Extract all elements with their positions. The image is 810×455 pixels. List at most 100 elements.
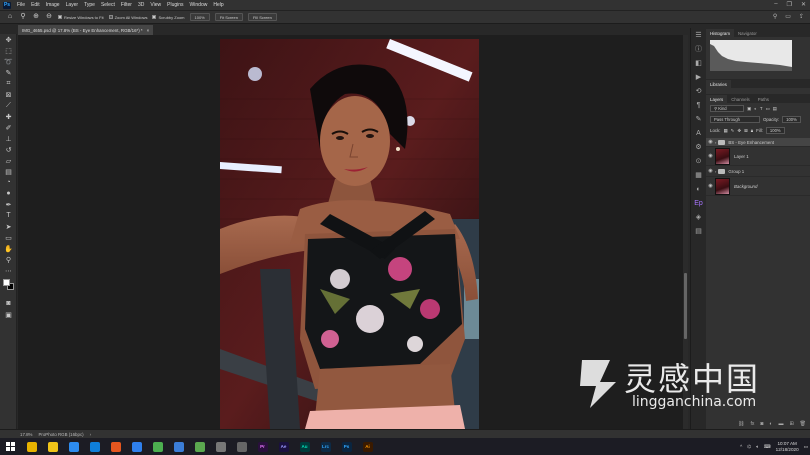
visibility-eye-icon[interactable]: ◉: [706, 139, 715, 145]
taskbar-app-icon[interactable]: [87, 439, 102, 454]
visibility-eye-icon[interactable]: ◉: [706, 168, 715, 174]
3d-panel-icon[interactable]: ◈: [691, 210, 706, 224]
styles-panel-icon[interactable]: ⚙: [691, 140, 706, 154]
tab-channels[interactable]: Channels: [727, 95, 754, 103]
share-icon[interactable]: ⇪: [799, 13, 804, 20]
expand-arrow-icon[interactable]: ›: [715, 169, 716, 174]
frame-tool-icon[interactable]: ⊠: [0, 89, 17, 100]
fit-screen-button[interactable]: Fit Screen: [214, 13, 243, 21]
document-image[interactable]: [220, 39, 479, 429]
lock-artboard-icon[interactable]: ⊠: [744, 128, 748, 134]
taskbar-app-icon[interactable]: [234, 439, 249, 454]
volume-icon[interactable]: 🔈︎: [756, 444, 759, 449]
network-icon[interactable]: ⌬: [747, 444, 751, 450]
layer-row[interactable]: ◉ › Group 1: [706, 166, 810, 177]
taskbar-app-icon[interactable]: [66, 439, 81, 454]
tray-arrow-icon[interactable]: ^: [740, 444, 742, 449]
taskbar-app-icon[interactable]: [150, 439, 165, 454]
blend-mode-select[interactable]: Pass Through: [710, 116, 760, 123]
taskbar-app-icon[interactable]: [192, 439, 207, 454]
minimize-icon[interactable]: –: [774, 1, 777, 8]
plugin-panel-icon[interactable]: Ep: [691, 196, 706, 210]
fill-input[interactable]: 100%: [765, 127, 785, 134]
brush-settings-icon[interactable]: ✎: [691, 112, 706, 126]
tab-close-icon[interactable]: ×: [147, 28, 150, 33]
layer-row[interactable]: ◉ Layer 1: [706, 147, 810, 166]
move-tool-icon[interactable]: ✥: [0, 34, 17, 45]
menu-type[interactable]: Type: [84, 2, 95, 8]
menu-layer[interactable]: Layer: [66, 2, 79, 8]
new-group-icon[interactable]: ▬: [778, 421, 783, 427]
path-select-tool-icon[interactable]: ➤: [0, 221, 17, 232]
visibility-eye-icon[interactable]: ◉: [706, 153, 715, 159]
foreground-color-swatch[interactable]: [3, 279, 10, 286]
zoom-all-checkbox[interactable]: Zoom All Windows: [108, 15, 147, 20]
tab-libraries[interactable]: Libraries: [706, 80, 731, 88]
search-icon[interactable]: ⚲: [773, 13, 777, 20]
healing-brush-tool-icon[interactable]: ✚: [0, 111, 17, 122]
menu-edit[interactable]: Edit: [31, 2, 40, 8]
dodge-tool-icon[interactable]: ●: [0, 188, 17, 199]
tab-histogram[interactable]: Histogram: [706, 29, 735, 37]
properties-panel-icon[interactable]: ☰: [691, 28, 706, 42]
history-panel-icon[interactable]: ⟲: [691, 84, 706, 98]
new-layer-icon[interactable]: ⊞: [789, 421, 793, 427]
gradient-tool-icon[interactable]: ▤: [0, 166, 17, 177]
menu-view[interactable]: View: [150, 2, 161, 8]
type-tool-icon[interactable]: T: [0, 210, 17, 221]
delete-layer-icon[interactable]: 🗑︎: [800, 421, 806, 427]
menu-select[interactable]: Select: [101, 2, 115, 8]
clock[interactable]: 10:07 AM 12/18/2020: [776, 441, 799, 453]
taskbar-app-icon[interactable]: Au: [297, 439, 312, 454]
filter-pixel-icon[interactable]: ▣: [747, 106, 751, 112]
taskbar-app-icon[interactable]: Lrc: [318, 439, 333, 454]
edit-toolbar-icon[interactable]: ⋯: [0, 265, 17, 276]
expand-arrow-icon[interactable]: ›: [715, 140, 716, 145]
rectangle-tool-icon[interactable]: ▭: [0, 232, 17, 243]
history-brush-tool-icon[interactable]: ↺: [0, 144, 17, 155]
hand-tool-icon[interactable]: ✋: [0, 243, 17, 254]
add-mask-icon[interactable]: ◙: [760, 421, 763, 427]
screen-mode-icon[interactable]: ▣: [0, 309, 17, 320]
taskbar-app-icon[interactable]: Ai: [360, 439, 375, 454]
color-panel-icon[interactable]: ◐: [691, 182, 706, 196]
layer-kind-filter[interactable]: ⚲ Kind: [710, 105, 744, 112]
actions-panel-icon[interactable]: ▶: [691, 70, 706, 84]
blur-tool-icon[interactable]: ◔: [0, 177, 17, 188]
zoom-level[interactable]: 17.8%: [20, 432, 32, 437]
taskbar-app-icon[interactable]: [213, 439, 228, 454]
adjustment-layer-icon[interactable]: ◐: [769, 421, 772, 427]
taskbar-app-icon[interactable]: [108, 439, 123, 454]
character-panel-icon[interactable]: A: [691, 126, 706, 140]
workspace-icon[interactable]: ▭: [785, 13, 791, 20]
document-info[interactable]: ProPhoto RGB (16bpc): [38, 432, 83, 437]
zoom-out-icon[interactable]: ⊖: [45, 13, 53, 21]
filter-shape-icon[interactable]: ▭: [766, 106, 770, 112]
brush-tool-icon[interactable]: ✐: [0, 122, 17, 133]
menu-window[interactable]: Window: [190, 2, 208, 8]
notifications-icon[interactable]: ▭: [804, 444, 808, 450]
quick-select-tool-icon[interactable]: ✎: [0, 67, 17, 78]
menu-3d[interactable]: 3D: [138, 2, 144, 8]
zoom-tool-icon[interactable]: ⚲: [19, 13, 27, 21]
eyedropper-tool-icon[interactable]: ⟋: [0, 100, 17, 111]
link-layers-icon[interactable]: ⛓: [738, 421, 744, 427]
fill-screen-button[interactable]: Fill Screen: [247, 13, 277, 21]
adjustments-panel-icon[interactable]: ◧: [691, 56, 706, 70]
scrollbar-thumb[interactable]: [684, 273, 687, 339]
filter-adjustment-icon[interactable]: ◐: [754, 106, 757, 111]
tab-navigator[interactable]: Navigator: [734, 29, 761, 37]
zoom-tool-icon[interactable]: ⚲: [0, 254, 17, 265]
eraser-tool-icon[interactable]: ▱: [0, 155, 17, 166]
document-tab[interactable]: IMG_4655.psd @ 17.8% (BS - Eye Enhanceme…: [18, 25, 154, 35]
menu-file[interactable]: File: [17, 2, 25, 8]
visibility-eye-icon[interactable]: ◉: [706, 183, 715, 189]
info-panel-icon[interactable]: ⓘ: [691, 42, 706, 56]
crop-tool-icon[interactable]: ⌗: [0, 78, 17, 89]
layer-style-icon[interactable]: fx: [750, 421, 754, 427]
lock-pixels-icon[interactable]: ▦: [724, 128, 728, 134]
layer-row[interactable]: ◉ Background: [706, 177, 810, 196]
maximize-icon[interactable]: ❐: [787, 1, 792, 8]
close-icon[interactable]: ✕: [801, 1, 806, 8]
filter-smart-icon[interactable]: ▤: [773, 106, 777, 112]
